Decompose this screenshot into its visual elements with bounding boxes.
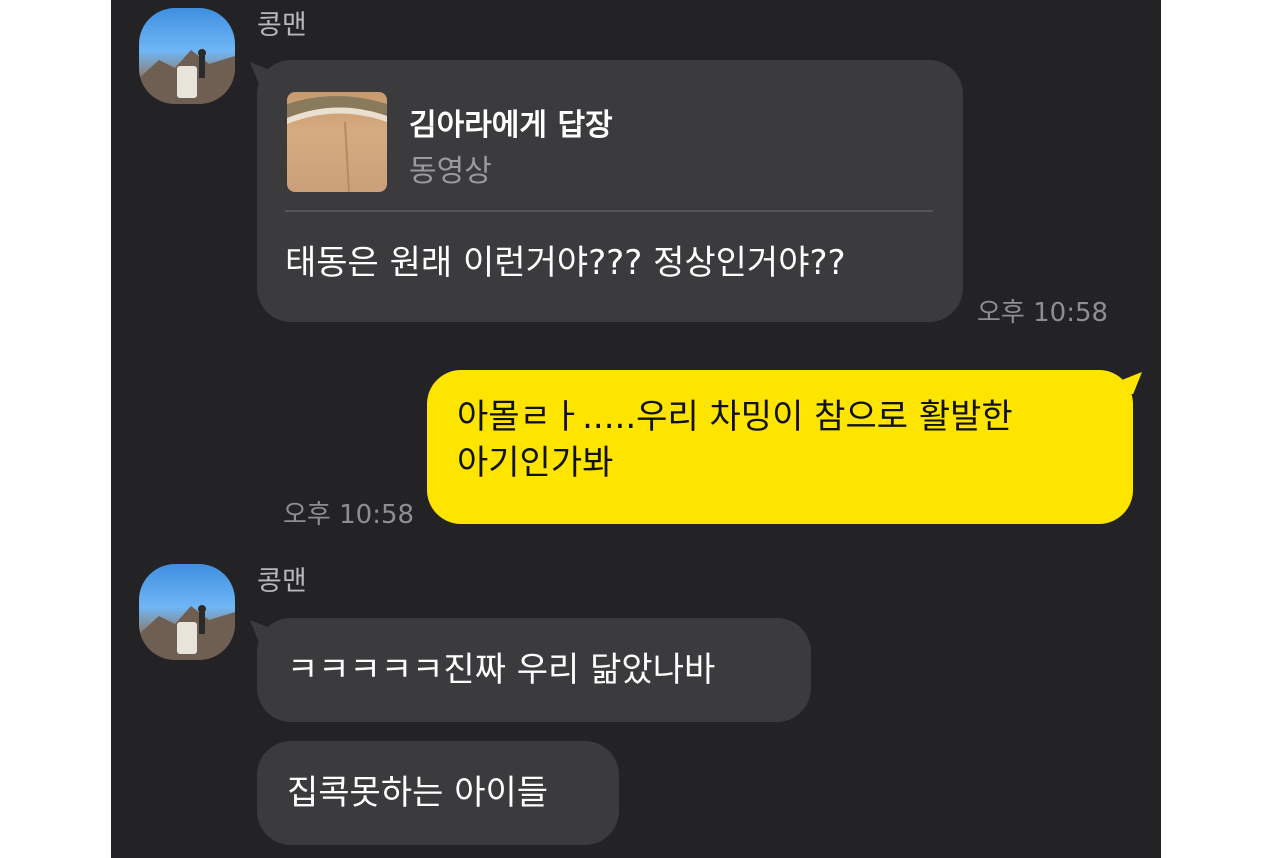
message-text-line: 아몰ㄹㅏ.....우리 차밍이 참으로 활발한: [457, 397, 1013, 437]
sender-name: 콩맨: [257, 566, 307, 597]
message-timestamp: 오후 10:58: [977, 298, 1109, 328]
message-text: 태동은 원래 이런거야??? 정상인거야??: [285, 243, 846, 283]
profile-avatar[interactable]: [139, 8, 235, 104]
chat-area[interactable]: 콩맨 김아라에게 답장 동영상 태동은 원래 이런거야??? 정상인거야?? 오…: [111, 0, 1161, 858]
video-thumbnail[interactable]: [287, 92, 387, 192]
reply-divider: [285, 210, 933, 212]
message-text: ㅋㅋㅋㅋㅋ진짜 우리 닮았나바: [287, 650, 716, 690]
reply-subtitle: 동영상: [409, 154, 492, 189]
message-timestamp: 오후 10:58: [283, 500, 415, 530]
video-thumbnail-image: [287, 96, 387, 192]
message-bubble[interactable]: 집콕못하는 아이들: [257, 741, 619, 845]
message-text-line: 아기인가봐: [457, 443, 614, 483]
message-text: 집콕못하는 아이들: [287, 773, 549, 813]
profile-photo-icon: [139, 49, 235, 104]
sender-name: 콩맨: [257, 10, 307, 41]
profile-avatar[interactable]: [139, 564, 235, 660]
message-bubble-outgoing[interactable]: 아몰ㄹㅏ.....우리 차밍이 참으로 활발한 아기인가봐: [427, 370, 1133, 524]
message-bubble-reply[interactable]: 김아라에게 답장 동영상 태동은 원래 이런거야??? 정상인거야??: [257, 60, 963, 322]
reply-title: 김아라에게 답장: [409, 108, 613, 143]
profile-photo-icon: [139, 605, 235, 660]
message-bubble[interactable]: ㅋㅋㅋㅋㅋ진짜 우리 닮았나바: [257, 618, 811, 722]
